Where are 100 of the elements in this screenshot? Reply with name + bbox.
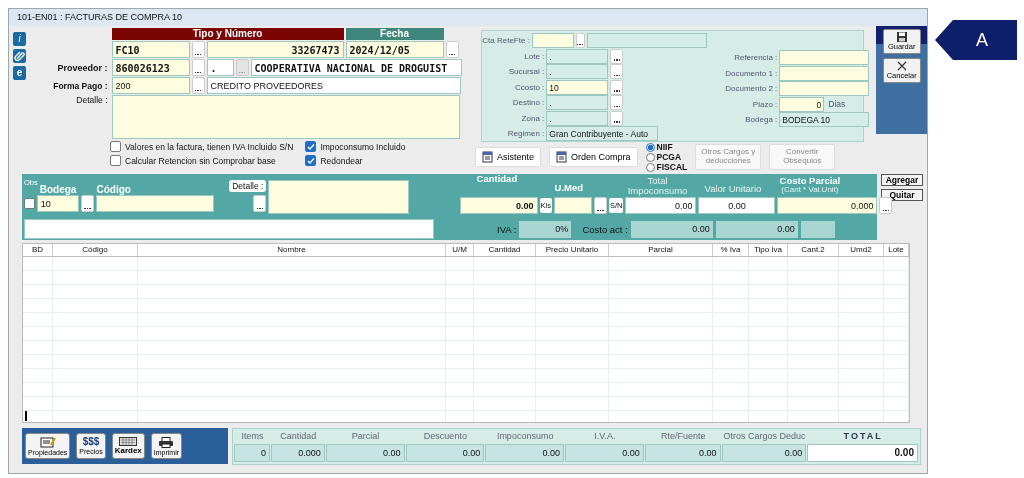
readonly-field: 0.00 [630, 220, 713, 238]
info-button[interactable]: i [13, 32, 26, 46]
total-value: 0 [234, 444, 270, 462]
checkbox[interactable] [110, 155, 121, 166]
field-label: Referencia : [733, 53, 778, 63]
column-label: Total Impoconsumo [626, 176, 689, 195]
field-label: Costo act : [582, 223, 628, 235]
paperclip-button[interactable] [13, 49, 26, 63]
input-field[interactable]: . [546, 48, 609, 64]
total-label: Parcial [350, 431, 381, 442]
total-value: 0.00 [644, 444, 721, 462]
input-field[interactable]: . [546, 110, 609, 126]
web-button[interactable]: e [13, 66, 26, 80]
field-label: Bodega : [744, 115, 778, 125]
field-label: Código [96, 184, 131, 195]
checkbox-label: Redondear [320, 155, 363, 166]
input-field[interactable]: . [206, 59, 234, 76]
input-field[interactable]: . [546, 64, 609, 80]
input-field[interactable]: 10 [546, 79, 609, 95]
input-field[interactable]: 0.000 [777, 197, 878, 214]
field-label: Detalle : [75, 95, 109, 105]
radio-button[interactable] [645, 142, 655, 152]
input-field[interactable]: CREDITO PROVEEDORES [206, 77, 461, 94]
input-field[interactable]: BODEGA 10 [779, 112, 870, 128]
input-field[interactable]: COOPERATIVA NACIONAL DE DROGUIST [250, 59, 462, 76]
column-header: Umd2 [839, 244, 884, 256]
field-label: Proveedor : [56, 62, 109, 73]
column-header: Tipo Iva [749, 244, 788, 256]
readonly-field: 0.00 [715, 220, 798, 238]
total-label: Cantidad [279, 431, 318, 442]
document-icon [482, 151, 493, 163]
text-area[interactable] [268, 180, 409, 214]
input-field[interactable]: FC10 [111, 41, 190, 58]
field-label: Bodega [39, 184, 77, 195]
total-label: Otros Cargos Deduc [722, 431, 807, 442]
window-title: 101-EN01 : FACTURAS DE COMPRA 10 [9, 9, 927, 26]
total-value: 0.000 [270, 444, 325, 462]
total-label: Rte/Fuente [659, 431, 707, 442]
column-header: % Iva [713, 244, 749, 256]
column-header: Tipo y Número [111, 28, 344, 40]
browse-button[interactable] [610, 48, 624, 64]
field-label: Cta ReteFte : [482, 36, 530, 46]
add-button[interactable]: Agregar [881, 174, 923, 186]
browse-button[interactable] [610, 110, 624, 126]
callout-marker: A [935, 20, 1017, 60]
input-field[interactable]: 860026123 [111, 59, 190, 76]
field-label: IVA : [497, 223, 517, 235]
input-field[interactable]: 33267473 [206, 41, 344, 58]
total-label: Items [240, 431, 265, 442]
input-field[interactable] [779, 65, 870, 81]
input-field[interactable]: 10 [36, 195, 80, 212]
input-field[interactable] [779, 81, 870, 97]
radio-button[interactable] [645, 152, 655, 162]
input-field[interactable] [531, 33, 574, 49]
quantity-field[interactable]: 0.00 [459, 197, 538, 214]
total-value: 0.00 [565, 444, 644, 462]
browse-button[interactable] [575, 33, 585, 49]
input-field[interactable]: . [546, 95, 609, 111]
kardex-button[interactable]: Kardex [111, 433, 145, 459]
column-header: Código [53, 244, 138, 256]
field-label: Documento 1 : [724, 68, 778, 78]
input-field[interactable]: 0.00 [698, 197, 776, 214]
field-label: Lote : [523, 51, 545, 61]
input-field[interactable]: 0 [779, 96, 825, 112]
checkbox[interactable] [110, 141, 121, 152]
note-field[interactable] [24, 219, 434, 239]
radio-button[interactable] [645, 162, 655, 172]
input-field[interactable]: 200 [111, 77, 190, 94]
column-header: Parcial [609, 244, 713, 256]
browse-button[interactable] [610, 79, 624, 95]
input-field[interactable]: Gran Contribuyente - Auto [546, 126, 659, 142]
input-field[interactable] [96, 195, 214, 212]
assistant-button[interactable]: Asistente [475, 147, 542, 167]
column-label: Valor Unitario [704, 184, 762, 194]
close-icon [895, 60, 908, 72]
checkbox[interactable] [24, 198, 35, 209]
field-label: Destino : [511, 98, 545, 108]
date-field[interactable]: 2024/12/05 [345, 41, 444, 58]
column-label: Costo Parcial [779, 176, 841, 186]
purchase-order-button[interactable]: Orden Compra [549, 147, 638, 167]
total-label: I.V.A. [593, 431, 617, 442]
readonly-field [800, 220, 835, 238]
remove-button[interactable]: Quitar [881, 189, 923, 201]
total-label: Descuento [422, 431, 468, 442]
detail-label: Detalle : [229, 180, 267, 192]
column-sublabel: (Cant * Val.Unit) [781, 185, 839, 194]
checkbox[interactable] [305, 155, 317, 166]
keyboard-icon [119, 437, 138, 446]
input-field[interactable] [553, 197, 592, 214]
column-header: Fecha [345, 28, 444, 40]
field-label: Ccosto : [513, 82, 545, 92]
checkbox[interactable] [305, 141, 317, 152]
column-header: BD [23, 244, 53, 256]
total-value: 0.00 [807, 444, 918, 462]
row-cursor [25, 411, 27, 421]
unit-label: Dias [828, 99, 846, 110]
input-field[interactable] [779, 50, 870, 66]
radio-label: NIIF [656, 142, 673, 152]
total-label: Impoconsumo [495, 431, 555, 442]
input-field[interactable]: 0.00 [625, 197, 697, 214]
